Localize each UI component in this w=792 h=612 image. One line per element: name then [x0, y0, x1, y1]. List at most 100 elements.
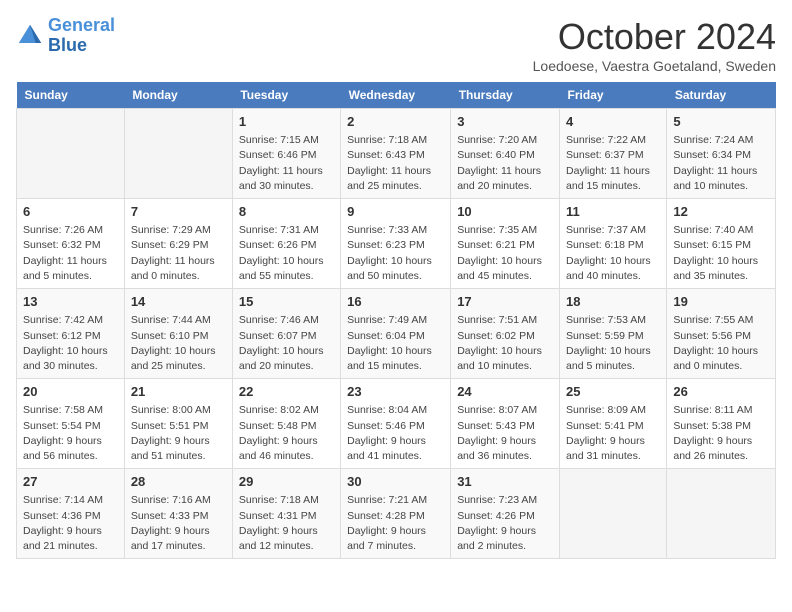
day-number: 28 [131, 473, 226, 491]
day-number: 23 [347, 383, 444, 401]
day-number: 13 [23, 293, 118, 311]
calendar-cell: 27 Sunrise: 7:14 AM Sunset: 4:36 PM Dayli… [17, 469, 125, 559]
day-number: 26 [673, 383, 769, 401]
day-number: 11 [566, 203, 660, 221]
calendar-cell [124, 109, 232, 199]
calendar-cell: 22 Sunrise: 8:02 AM Sunset: 5:48 PM Dayli… [232, 379, 340, 469]
calendar-week-row: 1 Sunrise: 7:15 AM Sunset: 6:46 PM Daylig… [17, 109, 776, 199]
day-number: 31 [457, 473, 553, 491]
calendar-cell: 7Sunrise: 7:29 AM Sunset: 6:29 PM Daylig… [124, 199, 232, 289]
day-info: Sunrise: 8:04 AM Sunset: 5:46 PM Dayligh… [347, 403, 444, 464]
day-info: Sunrise: 7:35 AM Sunset: 6:21 PM Dayligh… [457, 223, 553, 284]
day-info: Sunrise: 7:44 AM Sunset: 6:10 PM Dayligh… [131, 313, 226, 374]
day-info: Sunrise: 8:02 AM Sunset: 5:48 PM Dayligh… [239, 403, 334, 464]
day-number: 19 [673, 293, 769, 311]
day-info: Sunrise: 7:21 AM Sunset: 4:28 PM Dayligh… [347, 493, 444, 554]
calendar-cell: 24 Sunrise: 8:07 AM Sunset: 5:43 PM Dayli… [451, 379, 560, 469]
day-number: 15 [239, 293, 334, 311]
calendar-cell: 30 Sunrise: 7:21 AM Sunset: 4:28 PM Dayli… [341, 469, 451, 559]
calendar-cell: 2Sunrise: 7:18 AM Sunset: 6:43 PM Daylig… [341, 109, 451, 199]
day-number: 27 [23, 473, 118, 491]
day-info: Sunrise: 8:09 AM Sunset: 5:41 PM Dayligh… [566, 403, 660, 464]
day-number: 8 [239, 203, 334, 221]
calendar-cell: 14 Sunrise: 7:44 AM Sunset: 6:10 PM Dayli… [124, 289, 232, 379]
month-title: October 2024 [533, 16, 776, 58]
day-info: Sunrise: 7:42 AM Sunset: 6:12 PM Dayligh… [23, 313, 118, 374]
logo: General Blue [16, 16, 115, 56]
day-info: Sunrise: 7:15 AM Sunset: 6:46 PM Dayligh… [239, 133, 334, 194]
calendar-week-row: 13 Sunrise: 7:42 AM Sunset: 6:12 PM Dayli… [17, 289, 776, 379]
day-number: 7 [131, 203, 226, 221]
day-number: 5 [673, 113, 769, 131]
day-info: Sunrise: 7:18 AM Sunset: 4:31 PM Dayligh… [239, 493, 334, 554]
day-info: Sunrise: 7:46 AM Sunset: 6:07 PM Dayligh… [239, 313, 334, 374]
day-number: 9 [347, 203, 444, 221]
day-number: 4 [566, 113, 660, 131]
calendar-cell: 18Sunrise: 7:53 AM Sunset: 5:59 PM Dayli… [560, 289, 667, 379]
day-info: Sunrise: 7:51 AM Sunset: 6:02 PM Dayligh… [457, 313, 553, 374]
logo-icon [16, 22, 44, 50]
calendar-cell: 9 Sunrise: 7:33 AM Sunset: 6:23 PM Daylig… [341, 199, 451, 289]
day-number: 21 [131, 383, 226, 401]
page-header: General Blue October 2024 Loedoese, Vaes… [16, 16, 776, 74]
calendar-cell: 25 Sunrise: 8:09 AM Sunset: 5:41 PM Dayli… [560, 379, 667, 469]
day-info: Sunrise: 8:07 AM Sunset: 5:43 PM Dayligh… [457, 403, 553, 464]
day-number: 3 [457, 113, 553, 131]
day-number: 24 [457, 383, 553, 401]
title-section: October 2024 Loedoese, Vaestra Goetaland… [533, 16, 776, 74]
day-info: Sunrise: 8:00 AM Sunset: 5:51 PM Dayligh… [131, 403, 226, 464]
day-info: Sunrise: 7:33 AM Sunset: 6:23 PM Dayligh… [347, 223, 444, 284]
day-info: Sunrise: 7:53 AM Sunset: 5:59 PM Dayligh… [566, 313, 660, 374]
calendar-week-row: 27 Sunrise: 7:14 AM Sunset: 4:36 PM Dayli… [17, 469, 776, 559]
day-info: Sunrise: 7:31 AM Sunset: 6:26 PM Dayligh… [239, 223, 334, 284]
day-info: Sunrise: 7:20 AM Sunset: 6:40 PM Dayligh… [457, 133, 553, 194]
calendar-cell: 26 Sunrise: 8:11 AM Sunset: 5:38 PM Dayli… [667, 379, 776, 469]
calendar-cell [560, 469, 667, 559]
calendar-cell: 4 Sunrise: 7:22 AM Sunset: 6:37 PM Daylig… [560, 109, 667, 199]
logo-text: General Blue [48, 16, 115, 56]
calendar-cell: 16Sunrise: 7:49 AM Sunset: 6:04 PM Dayli… [341, 289, 451, 379]
day-number: 17 [457, 293, 553, 311]
calendar-cell: 3 Sunrise: 7:20 AM Sunset: 6:40 PM Daylig… [451, 109, 560, 199]
calendar-table: SundayMondayTuesdayWednesdayThursdayFrid… [16, 82, 776, 559]
calendar-cell [667, 469, 776, 559]
day-info: Sunrise: 7:26 AM Sunset: 6:32 PM Dayligh… [23, 223, 118, 284]
day-number: 25 [566, 383, 660, 401]
day-info: Sunrise: 8:11 AM Sunset: 5:38 PM Dayligh… [673, 403, 769, 464]
day-info: Sunrise: 7:16 AM Sunset: 4:33 PM Dayligh… [131, 493, 226, 554]
calendar-cell: 15 Sunrise: 7:46 AM Sunset: 6:07 PM Dayli… [232, 289, 340, 379]
day-number: 14 [131, 293, 226, 311]
calendar-cell: 1 Sunrise: 7:15 AM Sunset: 6:46 PM Daylig… [232, 109, 340, 199]
day-info: Sunrise: 7:22 AM Sunset: 6:37 PM Dayligh… [566, 133, 660, 194]
weekday-header-tuesday: Tuesday [232, 82, 340, 109]
calendar-cell: 8 Sunrise: 7:31 AM Sunset: 6:26 PM Daylig… [232, 199, 340, 289]
weekday-header-sunday: Sunday [17, 82, 125, 109]
calendar-cell: 28 Sunrise: 7:16 AM Sunset: 4:33 PM Dayli… [124, 469, 232, 559]
weekday-header-saturday: Saturday [667, 82, 776, 109]
day-number: 30 [347, 473, 444, 491]
weekday-header-friday: Friday [560, 82, 667, 109]
calendar-cell [17, 109, 125, 199]
calendar-cell: 6 Sunrise: 7:26 AM Sunset: 6:32 PM Daylig… [17, 199, 125, 289]
day-number: 1 [239, 113, 334, 131]
day-info: Sunrise: 7:14 AM Sunset: 4:36 PM Dayligh… [23, 493, 118, 554]
location: Loedoese, Vaestra Goetaland, Sweden [533, 58, 776, 74]
day-number: 29 [239, 473, 334, 491]
calendar-cell: 10Sunrise: 7:35 AM Sunset: 6:21 PM Dayli… [451, 199, 560, 289]
day-info: Sunrise: 7:23 AM Sunset: 4:26 PM Dayligh… [457, 493, 553, 554]
calendar-cell: 21 Sunrise: 8:00 AM Sunset: 5:51 PM Dayli… [124, 379, 232, 469]
day-number: 6 [23, 203, 118, 221]
calendar-cell: 20 Sunrise: 7:58 AM Sunset: 5:54 PM Dayli… [17, 379, 125, 469]
day-number: 22 [239, 383, 334, 401]
day-info: Sunrise: 7:49 AM Sunset: 6:04 PM Dayligh… [347, 313, 444, 374]
day-info: Sunrise: 7:55 AM Sunset: 5:56 PM Dayligh… [673, 313, 769, 374]
day-info: Sunrise: 7:24 AM Sunset: 6:34 PM Dayligh… [673, 133, 769, 194]
day-info: Sunrise: 7:58 AM Sunset: 5:54 PM Dayligh… [23, 403, 118, 464]
calendar-cell: 13 Sunrise: 7:42 AM Sunset: 6:12 PM Dayli… [17, 289, 125, 379]
day-number: 20 [23, 383, 118, 401]
calendar-week-row: 6 Sunrise: 7:26 AM Sunset: 6:32 PM Daylig… [17, 199, 776, 289]
day-info: Sunrise: 7:40 AM Sunset: 6:15 PM Dayligh… [673, 223, 769, 284]
calendar-cell: 11 Sunrise: 7:37 AM Sunset: 6:18 PM Dayli… [560, 199, 667, 289]
day-info: Sunrise: 7:37 AM Sunset: 6:18 PM Dayligh… [566, 223, 660, 284]
calendar-cell: 29 Sunrise: 7:18 AM Sunset: 4:31 PM Dayli… [232, 469, 340, 559]
